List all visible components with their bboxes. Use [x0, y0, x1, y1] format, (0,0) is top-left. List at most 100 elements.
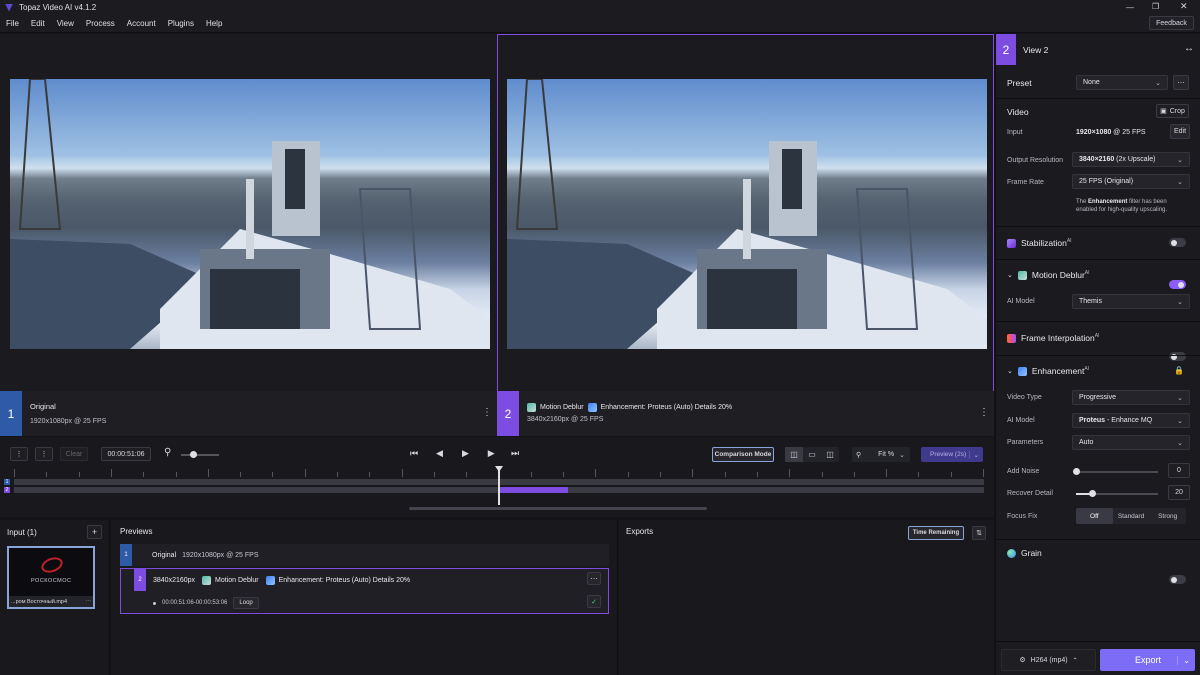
- preview-button[interactable]: Preview (2s) ⌄: [921, 447, 983, 462]
- preview-row-enhanced[interactable]: 2 3840x2160px Motion Deblur Enhancement:…: [120, 568, 609, 614]
- timeline-zoom-slider[interactable]: [181, 451, 219, 458]
- grain-header[interactable]: Grain: [1007, 548, 1042, 558]
- menu-account[interactable]: Account: [121, 19, 162, 28]
- codec-select[interactable]: ⚙ H264 (mp4) ⌃: [1001, 649, 1096, 671]
- focus-fix-option-standard[interactable]: Standard: [1113, 508, 1150, 524]
- export-button[interactable]: Export ⌄: [1100, 649, 1195, 671]
- clear-button[interactable]: Clear: [60, 447, 88, 461]
- menu-process[interactable]: Process: [80, 19, 121, 28]
- input-value-fps: @ 25 FPS: [1111, 129, 1146, 136]
- step-forward-icon[interactable]: ▶: [486, 448, 495, 459]
- output-resolution-label: Output Resolution: [1007, 157, 1064, 164]
- collapse-chevron-icon[interactable]: ⌄: [1007, 367, 1013, 375]
- layout-toggle-group: ◫ ▭ ◫: [785, 447, 839, 462]
- recover-detail-slider[interactable]: [1076, 490, 1158, 497]
- previews-panel: Previews 1 Original 1920x1080px @ 25 FPS…: [111, 520, 618, 675]
- enhancement-ai-model-select[interactable]: Proteus - Enhance MQ ⌄: [1072, 413, 1190, 428]
- preview-row-2-check-icon[interactable]: ✓: [587, 595, 601, 608]
- recover-detail-value[interactable]: 20: [1168, 485, 1190, 500]
- frame-interpolation-header[interactable]: Frame InterpolationAI: [1007, 333, 1099, 343]
- menu-edit[interactable]: Edit: [25, 19, 51, 28]
- parameters-select[interactable]: Auto ⌄: [1072, 435, 1190, 450]
- timecode-field[interactable]: 00:00:51:06: [101, 447, 151, 461]
- time-remaining-button[interactable]: Time Remaining: [908, 526, 964, 540]
- output-resolution-value: 3840×2160 (2x Upscale): [1079, 156, 1155, 163]
- focus-fix-option-strong[interactable]: Strong: [1149, 508, 1186, 524]
- view-1-more-icon[interactable]: ⋮: [482, 407, 492, 418]
- menu-file[interactable]: File: [0, 19, 25, 28]
- feedback-button[interactable]: Feedback: [1149, 16, 1194, 30]
- preview-chevron-icon[interactable]: ⌄: [968, 450, 979, 459]
- ruler-tick: [14, 469, 15, 477]
- stabilization-toggle[interactable]: [1169, 238, 1186, 247]
- enhancement-header[interactable]: ⌄ EnhancementAI: [1007, 366, 1089, 376]
- ruler-tick: [433, 472, 435, 477]
- comparison-mode-button[interactable]: Comparison Mode: [712, 447, 774, 462]
- loop-button[interactable]: Loop: [233, 597, 259, 609]
- menu-help[interactable]: Help: [200, 19, 228, 28]
- zoom-control[interactable]: ⚲ Fit % ⌄: [852, 447, 910, 462]
- split-view-icon[interactable]: ◫: [821, 447, 839, 462]
- focus-fix-option-off[interactable]: Off: [1076, 508, 1113, 524]
- video-type-select[interactable]: Progressive ⌄: [1072, 390, 1190, 405]
- play-icon[interactable]: ▶: [462, 448, 469, 459]
- ruler-tick: [466, 472, 468, 477]
- maximize-icon[interactable]: ❐: [1152, 2, 1159, 11]
- add-noise-label: Add Noise: [1007, 468, 1040, 475]
- sort-icon[interactable]: ⇅: [972, 526, 986, 540]
- timeline-zoom-handle[interactable]: [190, 451, 197, 458]
- motion-deblur-header[interactable]: ⌄ Motion DeblurAI: [1007, 270, 1090, 280]
- preview-row-2-more-button[interactable]: ⋯: [587, 572, 601, 585]
- edit-input-button[interactable]: Edit: [1170, 124, 1190, 139]
- crop-button[interactable]: ▣ Crop: [1156, 104, 1189, 118]
- preview-row-original[interactable]: 1 Original 1920x1080px @ 25 FPS: [120, 544, 609, 566]
- recover-detail-handle[interactable]: [1089, 490, 1097, 497]
- preview-row-1-number: 1: [120, 544, 132, 566]
- playhead-handle-icon[interactable]: [495, 466, 503, 472]
- motion-deblur-toggle[interactable]: [1169, 280, 1186, 289]
- preset-select[interactable]: None ⌄: [1076, 75, 1168, 90]
- step-back-icon[interactable]: ◀: [436, 448, 445, 459]
- stabilization-header[interactable]: StabilizationAI: [1007, 238, 1072, 248]
- output-resolution-select[interactable]: 3840×2160 (2x Upscale) ⌄: [1072, 152, 1190, 167]
- frame-rate-label: Frame Rate: [1007, 179, 1044, 186]
- playhead[interactable]: [498, 467, 500, 505]
- output-res-rest: (2x Upscale): [1114, 156, 1156, 163]
- timeline-scrollbar[interactable]: [409, 507, 707, 510]
- collapse-chevron-icon[interactable]: ⌄: [1007, 271, 1013, 279]
- menu-view[interactable]: View: [51, 19, 80, 28]
- add-noise-handle[interactable]: [1073, 468, 1080, 475]
- focus-fix-segmented: Off Standard Strong: [1076, 508, 1186, 524]
- skip-end-icon[interactable]: ⏭: [511, 448, 519, 459]
- output-res-bold: 3840×2160: [1079, 156, 1115, 163]
- frame-rate-select[interactable]: 25 FPS (Original) ⌄: [1072, 174, 1190, 189]
- input-value-res: 1920×1080: [1076, 129, 1112, 136]
- deblur-ai-model-select[interactable]: Themis ⌄: [1072, 294, 1190, 309]
- expand-panel-icon[interactable]: ↔: [1184, 43, 1194, 54]
- view-2-more-icon[interactable]: ⋮: [979, 407, 989, 418]
- mark-in-button[interactable]: ⋮: [10, 447, 28, 461]
- ruler-tick: [401, 469, 403, 477]
- grain-toggle[interactable]: [1169, 575, 1186, 584]
- zoom-search-icon[interactable]: ⚲: [164, 447, 171, 458]
- frame-interpolation-toggle[interactable]: [1169, 352, 1186, 361]
- single-view-icon[interactable]: ▭: [803, 447, 821, 462]
- input-more-icon[interactable]: ⋯: [86, 599, 92, 605]
- export-chevron-icon[interactable]: ⌄: [1177, 655, 1190, 665]
- add-noise-slider[interactable]: [1073, 468, 1158, 475]
- note-pre: The: [1076, 199, 1089, 205]
- minimize-icon[interactable]: —: [1126, 3, 1134, 12]
- mark-out-button[interactable]: ⋮: [35, 447, 53, 461]
- menu-plugins[interactable]: Plugins: [162, 19, 200, 28]
- preview-range[interactable]: [499, 487, 568, 493]
- chevron-down-icon: ⌄: [1177, 439, 1183, 447]
- side-by-side-view-icon[interactable]: ◫: [785, 447, 803, 462]
- add-noise-value[interactable]: 0: [1168, 463, 1190, 478]
- close-icon[interactable]: ✕: [1180, 1, 1188, 12]
- ruler-tick: [886, 469, 888, 477]
- add-input-button[interactable]: +: [87, 525, 102, 539]
- enhancement-note: The Enhancement filter has been enabled …: [1076, 198, 1186, 214]
- input-thumbnail[interactable]: РОСКОСМОС ...ром Восточный.mp4 ⋯: [7, 546, 95, 609]
- skip-start-icon[interactable]: ⏮: [410, 448, 418, 459]
- preset-more-button[interactable]: ⋯: [1173, 75, 1189, 90]
